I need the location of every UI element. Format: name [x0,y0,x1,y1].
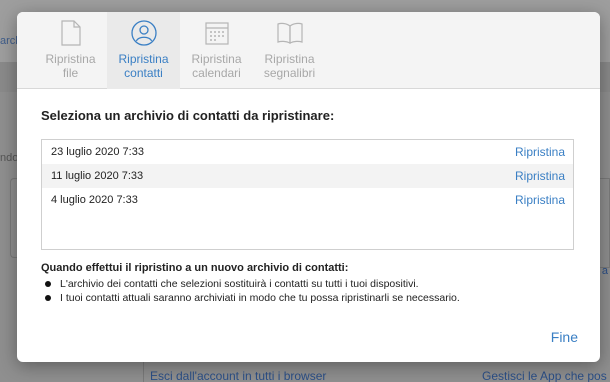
contacts-icon [130,20,157,46]
restore-button[interactable]: Ripristina [515,193,565,207]
file-icon [58,20,84,46]
tab-restore-bookmarks-label: Ripristina segnalibri [263,52,316,80]
background-link-manage-apps: Gestisci le App che pos [482,369,607,382]
tab-restore-contacts[interactable]: Ripristina contatti [107,12,180,89]
archive-row[interactable]: 4 luglio 2020 7:33 Ripristina [42,188,573,212]
tab-restore-files[interactable]: Ripristina file [34,12,107,89]
tab-restore-contacts-label: Ripristina contatti [118,52,169,80]
done-button[interactable]: Fine [551,329,578,345]
restore-info-title: Quando effettui il ripristino a un nuovo… [41,262,349,274]
tab-restore-files-label: Ripristina file [45,52,96,80]
bullet-icon [45,295,51,301]
background-text-mid: ndo [0,152,19,164]
archive-row[interactable]: 23 luglio 2020 7:33 Ripristina [42,140,573,164]
tab-restore-calendars[interactable]: Ripristina calendari [180,12,253,89]
archive-row[interactable]: 11 luglio 2020 7:33 Ripristina [42,164,573,188]
bookmarks-icon [276,20,303,46]
background-divider [143,360,144,382]
restore-button[interactable]: Ripristina [515,169,565,183]
tab-restore-calendars-label: Ripristina calendari [191,52,242,80]
tab-restore-bookmarks[interactable]: Ripristina segnalibri [253,12,326,89]
archive-date: 4 luglio 2020 7:33 [51,194,138,206]
background-link-sign-out: Esci dall'account in tutti i browser [150,369,327,382]
archive-date: 11 luglio 2020 7:33 [51,170,144,182]
bullet-text: I tuoi contatti attuali saranno archivia… [60,292,460,304]
archive-date: 23 luglio 2020 7:33 [51,146,144,158]
restore-button[interactable]: Ripristina [515,145,565,159]
list-item: L'archivio dei contatti che selezioni so… [41,277,581,291]
restore-toolbar: Ripristina file Ripristina contatti Ripr… [17,12,600,89]
select-archive-heading: Seleziona un archivio di contatti da rip… [41,108,335,123]
bullet-text: L'archivio dei contatti che selezioni so… [60,278,419,290]
background-link-right: a [601,265,608,277]
archive-list: 23 luglio 2020 7:33 Ripristina 11 luglio… [41,139,574,250]
restore-contacts-dialog: Ripristina file Ripristina contatti Ripr… [17,12,600,362]
list-item: I tuoi contatti attuali saranno archivia… [41,291,581,305]
bullet-icon [45,281,51,287]
restore-info-list: L'archivio dei contatti che selezioni so… [41,277,581,305]
calendar-icon [204,20,230,46]
